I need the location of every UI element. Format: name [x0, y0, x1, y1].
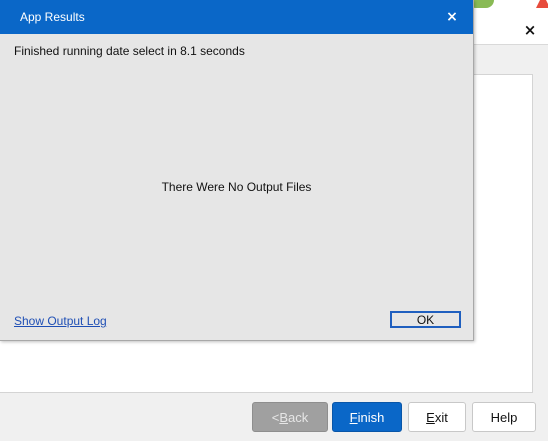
status-message: Finished running date select in 8.1 seco…: [14, 44, 245, 58]
dialog-title: App Results: [20, 10, 85, 24]
back-button-accel: B: [279, 409, 289, 425]
finish-button-label: inish: [357, 409, 385, 425]
back-button-label: ack: [288, 409, 309, 425]
dialog-title-bar[interactable]: App Results ×: [0, 0, 473, 34]
back-button-prefix: <: [271, 409, 280, 425]
finish-button[interactable]: Finish: [332, 402, 402, 432]
finish-button-accel: F: [349, 409, 358, 425]
app-results-dialog: App Results × Finished running date sele…: [0, 0, 474, 341]
parent-close-icon[interactable]: ×: [522, 19, 538, 41]
back-button[interactable]: < Back: [252, 402, 328, 432]
exit-button-accel: E: [426, 409, 435, 425]
help-button[interactable]: Help: [472, 402, 536, 432]
no-output-message: There Were No Output Files: [161, 180, 312, 194]
app-logo-red-icon: [534, 0, 548, 10]
exit-button-label: xit: [434, 409, 448, 425]
exit-button[interactable]: Exit: [408, 402, 466, 432]
show-output-log-link[interactable]: Show Output Log: [14, 314, 107, 328]
dialog-close-icon[interactable]: ×: [443, 0, 461, 34]
ok-button[interactable]: OK: [390, 311, 461, 328]
help-button-label: Help: [490, 409, 518, 425]
